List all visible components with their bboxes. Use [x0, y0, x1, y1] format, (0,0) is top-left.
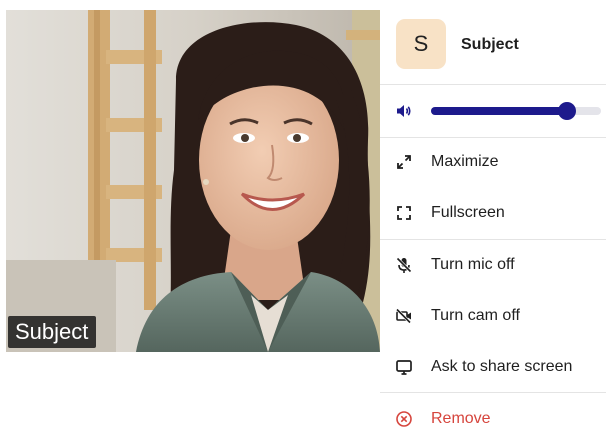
participant-view: Subject S Subject Maximize Fullscreen Tu… [0, 0, 606, 434]
volume-slider-fill [431, 107, 567, 115]
turn-mic-off-label: Turn mic off [431, 256, 515, 273]
turn-cam-off-label: Turn cam off [431, 307, 520, 324]
mic-off-icon [394, 255, 414, 275]
maximize-menu-item[interactable]: Maximize [380, 138, 606, 186]
remove-menu-item[interactable]: Remove [380, 395, 606, 434]
menu-divider [380, 239, 606, 240]
volume-control [380, 85, 606, 137]
participant-context-menu: S Subject Maximize Fullscreen Turn mic o… [380, 6, 606, 434]
volume-icon[interactable] [395, 102, 413, 120]
remove-label: Remove [431, 410, 491, 427]
volume-slider[interactable] [431, 102, 601, 120]
ask-to-share-screen-label: Ask to share screen [431, 358, 573, 375]
avatar: S [396, 19, 446, 69]
menu-header: S Subject [380, 6, 606, 84]
fullscreen-icon [394, 203, 414, 223]
screen-share-icon [394, 357, 414, 377]
remove-icon [394, 409, 414, 429]
fullscreen-menu-item[interactable]: Fullscreen [380, 189, 606, 237]
participant-name: Subject [461, 36, 519, 53]
participant-video-feed [6, 10, 380, 352]
turn-cam-off-menu-item[interactable]: Turn cam off [380, 292, 606, 340]
turn-mic-off-menu-item[interactable]: Turn mic off [380, 241, 606, 289]
volume-slider-thumb[interactable] [558, 102, 576, 120]
participant-name-tag: Subject [8, 315, 97, 348]
fullscreen-label: Fullscreen [431, 204, 505, 221]
maximize-icon [394, 152, 414, 172]
camera-off-icon [394, 306, 414, 326]
menu-divider [380, 392, 606, 393]
participant-video-tile[interactable]: Subject [6, 10, 380, 352]
ask-to-share-screen-menu-item[interactable]: Ask to share screen [380, 343, 606, 391]
maximize-label: Maximize [431, 153, 499, 170]
